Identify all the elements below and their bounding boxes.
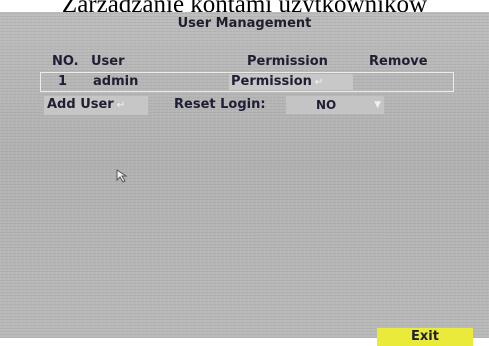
reset-login-select[interactable]: NO ▼ (286, 96, 384, 114)
exit-button[interactable]: Exit (377, 328, 473, 346)
row-user: admin (93, 74, 139, 89)
dropdown-arrow-icon: ▼ (374, 100, 381, 110)
header-user: User (91, 54, 125, 69)
header-no: NO. (52, 54, 79, 69)
user-management-screen: User Management NO. User Permission Remo… (0, 12, 489, 346)
permission-button[interactable]: Permission ↵ (229, 74, 353, 90)
enter-icon: ↵ (116, 100, 126, 111)
row-no: 1 (58, 74, 68, 89)
mouse-cursor-icon (116, 169, 128, 183)
reset-login-value: NO (316, 98, 337, 112)
window-title: User Management (177, 16, 312, 31)
header-remove: Remove (369, 54, 428, 69)
reset-login-label: Reset Login: (174, 97, 266, 112)
add-user-button[interactable]: Add User ↵ (44, 96, 148, 115)
permission-button-label: Permission (231, 74, 312, 89)
enter-icon: ↵ (314, 77, 324, 88)
header-permission: Permission (247, 54, 328, 69)
add-user-button-label: Add User (47, 97, 114, 112)
remove-cell[interactable] (358, 74, 448, 90)
